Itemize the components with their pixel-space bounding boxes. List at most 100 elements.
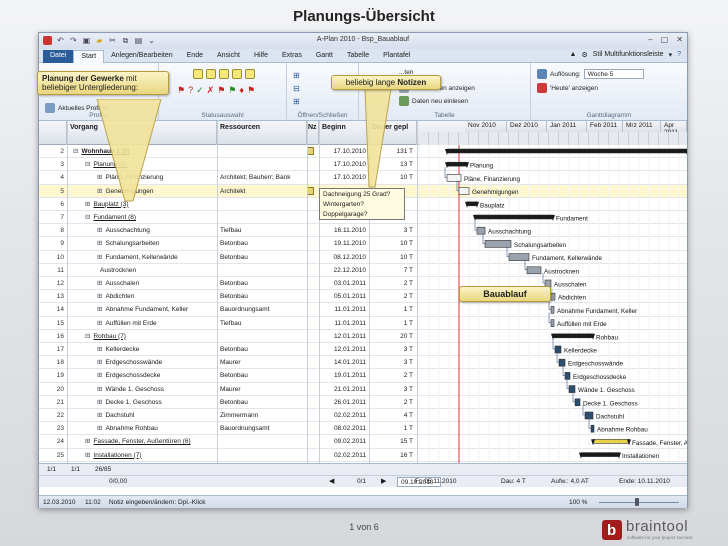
header-ressourcen[interactable]: Ressourcen <box>217 121 307 145</box>
gantt-bar[interactable] <box>508 253 530 261</box>
note-cell[interactable] <box>307 422 319 435</box>
start-cell[interactable]: 22.12.2010 <box>319 264 369 277</box>
resource-cell[interactable]: Zimmermann <box>217 409 307 422</box>
gear-icon[interactable]: ⚙ <box>581 51 587 59</box>
task-name-cell[interactable]: ⊞ Erdgeschossdecke <box>67 369 217 382</box>
nav-next-icon[interactable]: ▶ <box>381 477 386 485</box>
gantt-bar[interactable] <box>446 174 462 182</box>
status-icon-3[interactable] <box>219 69 229 79</box>
resource-cell[interactable] <box>217 158 307 171</box>
note-cell[interactable] <box>307 237 319 250</box>
collapse-icon[interactable]: ⊟ <box>73 148 78 155</box>
task-name-cell[interactable]: ⊞ Auffüllen mit Erde <box>67 317 217 330</box>
gantt-bar[interactable] <box>580 452 620 457</box>
start-cell[interactable]: 11.01.2011 <box>319 317 369 330</box>
daten-neu-einlesen-button[interactable]: Daten neu einlesen <box>399 96 468 106</box>
resource-cell[interactable] <box>217 211 307 224</box>
note-cell[interactable] <box>307 435 319 448</box>
resource-cell[interactable]: Betonbau <box>217 237 307 250</box>
tab-start[interactable]: Start <box>73 50 105 63</box>
expand-icon[interactable]: ⊞ <box>97 320 102 327</box>
gantt-bar[interactable] <box>458 187 470 195</box>
duration-cell[interactable]: 1 T <box>369 422 417 435</box>
note-cell[interactable] <box>307 330 319 343</box>
task-name-cell[interactable]: ⊞ Schalungsarbeiten <box>67 237 217 250</box>
note-cell[interactable] <box>307 145 319 158</box>
expand-icon[interactable]: ⊞ <box>97 359 102 366</box>
cross-icon[interactable]: ✗ <box>207 85 215 96</box>
status-icon-5[interactable] <box>245 69 255 79</box>
task-name-cell[interactable]: ⊞ Decke 1. Geschoss <box>67 396 217 409</box>
task-name-cell[interactable]: ⊞ Erdgeschosswände <box>67 356 217 369</box>
zoom-slider-handle[interactable] <box>635 498 639 506</box>
flag-icon[interactable]: ⚑ <box>247 85 255 96</box>
note-cell[interactable] <box>307 449 319 462</box>
resource-cell[interactable]: Tiefbau <box>217 224 307 237</box>
heute-anzeigen-button[interactable]: 'Heute' anzeigen <box>537 83 598 93</box>
maximize-icon[interactable]: ▢ <box>661 35 669 44</box>
duration-cell[interactable]: 20 T <box>369 330 417 343</box>
gantt-bar[interactable] <box>484 240 512 248</box>
duration-cell[interactable]: 7 T <box>369 264 417 277</box>
tab-gantt[interactable]: Gantt <box>309 50 340 63</box>
task-name-cell[interactable]: ⊞ Ausschachtung <box>67 224 217 237</box>
expand-icon[interactable]: ⊞ <box>97 412 102 419</box>
resource-cell[interactable]: Betonbau <box>217 277 307 290</box>
gantt-bar[interactable] <box>590 424 595 433</box>
duration-cell[interactable]: 2 T <box>369 369 417 382</box>
flag-icon[interactable]: ⚑ <box>228 85 236 96</box>
gantt-bar[interactable] <box>584 411 594 420</box>
expand-icon[interactable]: ⊞ <box>97 425 102 432</box>
expand-icon[interactable]: ⊞ <box>97 280 102 287</box>
minimize-icon[interactable]: – <box>648 35 652 44</box>
resource-cell[interactable] <box>217 198 307 211</box>
task-name-cell[interactable]: ⊞ Abdichten <box>67 290 217 303</box>
ribbon-style-label[interactable]: Stil Multifunktionsleiste <box>593 51 664 59</box>
status-icon-4[interactable] <box>232 69 242 79</box>
expand-icon[interactable]: ⊞ <box>97 293 102 300</box>
task-name-cell[interactable]: ⊞ Abnahme Rohbau <box>67 422 217 435</box>
resource-cell[interactable]: Architekt <box>217 185 307 198</box>
duration-cell[interactable]: 2 T <box>369 277 417 290</box>
task-name-cell[interactable]: ⊞ Dachstuhl <box>67 409 217 422</box>
flag-icon[interactable]: ⚑ <box>217 85 225 96</box>
note-cell[interactable] <box>307 264 319 277</box>
status-icon-1[interactable] <box>193 69 203 79</box>
note-cell[interactable] <box>307 171 319 184</box>
note-cell[interactable] <box>307 251 319 264</box>
collapse-icon[interactable]: ⊟ <box>293 84 300 93</box>
header-nz[interactable]: Nz <box>307 121 319 145</box>
duration-cell[interactable]: 15 T <box>369 435 417 448</box>
gantt-bar[interactable] <box>564 372 571 380</box>
note-cell[interactable] <box>307 396 319 409</box>
tab-hilfe[interactable]: Hilfe <box>247 50 275 63</box>
resource-cell[interactable]: Betonbau <box>217 396 307 409</box>
resource-cell[interactable] <box>217 264 307 277</box>
gantt-bar[interactable] <box>552 333 594 339</box>
expand-icon[interactable]: ⊞ <box>97 372 102 379</box>
aufloesung-select[interactable]: Woche 5 <box>583 69 644 79</box>
gantt-bar[interactable] <box>554 345 562 354</box>
gantt-bar[interactable] <box>550 319 555 327</box>
note-cell[interactable] <box>307 290 319 303</box>
duration-cell[interactable]: 4 T <box>369 409 417 422</box>
gantt-bar[interactable] <box>568 385 576 393</box>
nav-first-icon[interactable]: ◀ <box>329 477 334 485</box>
flag-icon[interactable]: ⚑ <box>177 85 185 96</box>
note-cell[interactable] <box>307 343 319 356</box>
task-name-cell[interactable]: ⊞ Ausschalen <box>67 277 217 290</box>
gantt-bar[interactable] <box>558 358 566 367</box>
gantt-bar[interactable] <box>446 161 468 167</box>
resource-cell[interactable] <box>217 435 307 448</box>
duration-cell[interactable]: 3 T <box>369 383 417 396</box>
expand-icon[interactable]: ⊞ <box>85 452 90 459</box>
tab-ansicht[interactable]: Ansicht <box>210 50 247 63</box>
resource-cell[interactable] <box>217 449 307 462</box>
start-cell[interactable]: 12.01.2011 <box>319 343 369 356</box>
note-cell[interactable] <box>307 356 319 369</box>
resource-cell[interactable]: Tiefbau <box>217 317 307 330</box>
question-icon[interactable]: ? <box>188 85 193 96</box>
start-cell[interactable]: 11.01.2011 <box>319 303 369 316</box>
note-icon[interactable] <box>307 186 314 195</box>
chevron-down-icon[interactable]: ▾ <box>669 51 673 59</box>
